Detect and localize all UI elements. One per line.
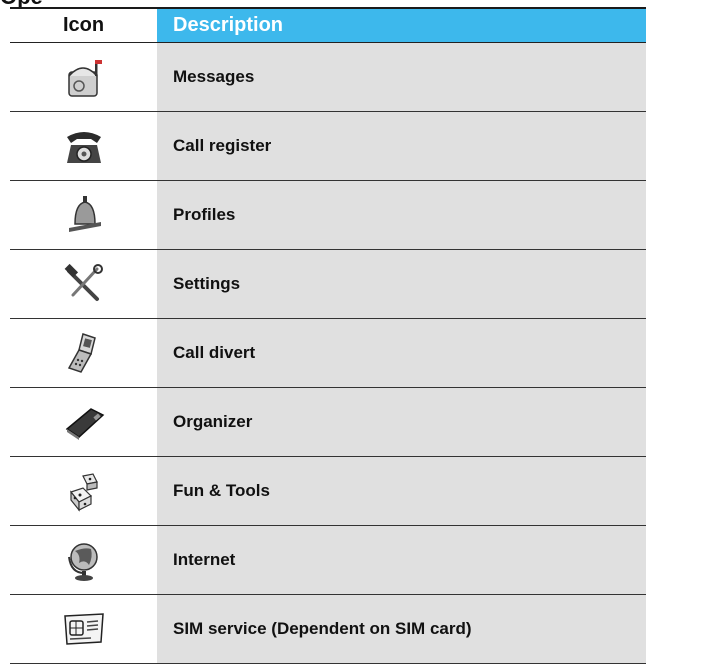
row-label: SIM service (Dependent on SIM card) bbox=[157, 595, 646, 663]
icon-cell bbox=[10, 595, 157, 663]
icon-cell bbox=[10, 457, 157, 525]
tools-icon bbox=[64, 263, 103, 301]
bell-icon bbox=[68, 196, 101, 232]
description-column-header: Description bbox=[157, 9, 646, 42]
table-row: Messages bbox=[10, 42, 646, 111]
row-label: Organizer bbox=[157, 388, 646, 456]
globe-icon bbox=[67, 543, 98, 581]
row-label: Fun & Tools bbox=[157, 457, 646, 525]
icon-cell bbox=[10, 319, 157, 387]
mailbox-icon bbox=[67, 60, 102, 97]
telephone-icon bbox=[66, 132, 101, 163]
table-row: Settings bbox=[10, 249, 646, 318]
icon-cell bbox=[10, 388, 157, 456]
icon-column-header: Icon bbox=[10, 9, 157, 42]
row-label: Settings bbox=[157, 250, 646, 318]
table-row: Call register bbox=[10, 111, 646, 180]
sim-card-icon bbox=[63, 613, 104, 645]
row-label: Profiles bbox=[157, 181, 646, 249]
table-row: SIM service (Dependent on SIM card) bbox=[10, 594, 646, 664]
icon-cell bbox=[10, 112, 157, 180]
table-row: Fun & Tools bbox=[10, 456, 646, 525]
row-label: Call divert bbox=[157, 319, 646, 387]
dice-icon bbox=[69, 473, 98, 512]
icon-cell bbox=[10, 181, 157, 249]
flip-phone-icon bbox=[67, 333, 96, 373]
table-header: Icon Description bbox=[10, 9, 646, 42]
icon-cell bbox=[10, 250, 157, 318]
icon-cell bbox=[10, 43, 157, 111]
organizer-icon bbox=[65, 408, 104, 440]
table-row: Organizer bbox=[10, 387, 646, 456]
icon-cell bbox=[10, 526, 157, 594]
table-row: Internet bbox=[10, 525, 646, 594]
row-label: Call register bbox=[157, 112, 646, 180]
table-row: Profiles bbox=[10, 180, 646, 249]
menu-icons-table: Icon Description Messages Call register bbox=[10, 7, 646, 664]
row-label: Internet bbox=[157, 526, 646, 594]
table-row: Call divert bbox=[10, 318, 646, 387]
row-label: Messages bbox=[157, 43, 646, 111]
